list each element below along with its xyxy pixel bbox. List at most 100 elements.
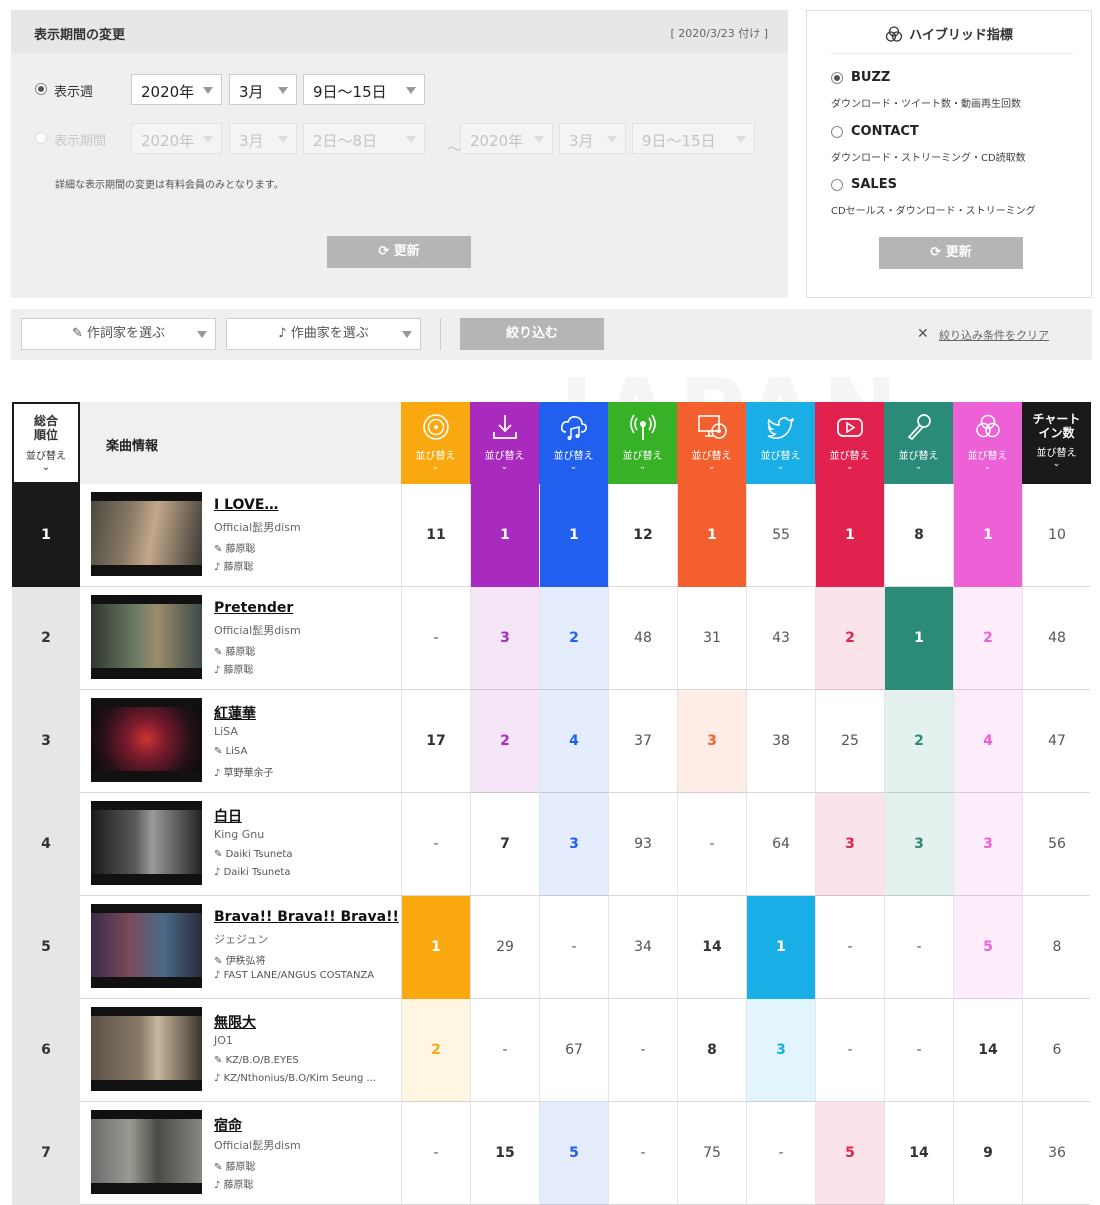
- range-to-year-select[interactable]: 2020年: [460, 123, 553, 154]
- broadcast-icon: [629, 414, 656, 440]
- chevron-down-icon: ⌄: [638, 462, 647, 472]
- sort-label: 並び替え: [967, 451, 1008, 462]
- song-title-link[interactable]: Pretender: [214, 600, 293, 616]
- chevron-down-icon: ⌄: [914, 462, 923, 472]
- metric-header-broadcast[interactable]: 並び替え ⌄: [608, 402, 677, 484]
- table-row[interactable]: 7 宿命 Official髭男dism ✎ 藤原聡 ♪ 藤原聡 -15 5-75-…: [12, 1102, 1090, 1205]
- rank-cell-cloud-music: 3: [539, 793, 608, 896]
- rank-cell-twitter: 64: [746, 793, 815, 896]
- metric-header-youtube[interactable]: 並び替え ⌄: [815, 402, 884, 484]
- narrow-button[interactable]: 絞り込む: [460, 318, 604, 350]
- sort-label: 並び替え: [1036, 448, 1077, 459]
- table-row[interactable]: 5 Brava!! Brava!! Brava!! ジェジュン ✎ 伊秩弘将 ♪…: [12, 896, 1090, 999]
- song-title-link[interactable]: 白日: [214, 806, 242, 826]
- metric-header-pc-cd[interactable]: 並び替え ⌄: [677, 402, 746, 484]
- metric-header-cloud-music[interactable]: 並び替え ⌄: [539, 402, 608, 484]
- table-row[interactable]: 6 無限大 JO1 ✎ KZ/B.O/B.EYES ♪ KZ/Nthonius/…: [12, 999, 1090, 1102]
- range-from-days-select[interactable]: 2日〜8日: [303, 123, 425, 154]
- rank-header[interactable]: 総合 順位 並び替え ⌄: [12, 402, 80, 484]
- clear-filter-link[interactable]: 絞り込み条件をクリア: [939, 327, 1049, 343]
- week-year-select[interactable]: 2020年: [131, 74, 222, 105]
- song-thumbnail[interactable]: [91, 492, 202, 576]
- song-info: Pretender Official髭男dism ✎ 藤原聡 ♪ 藤原聡: [80, 587, 401, 690]
- download-icon: [492, 415, 517, 439]
- week-days-select[interactable]: 9日〜15日: [303, 74, 425, 105]
- rank-cell-pc-cd: 3: [677, 690, 746, 793]
- lyricist-name: KZ/B.O/B.EYES: [225, 1055, 299, 1066]
- rank-cell-broadcast: 37: [608, 690, 677, 793]
- thumbnail-image: [91, 707, 202, 771]
- range-from-year-select[interactable]: 2020年: [131, 123, 222, 154]
- composer-select[interactable]: ♪ 作曲家を選ぶ: [226, 318, 421, 350]
- range-to-month-value: 3月: [569, 132, 594, 150]
- song-info: 無限大 JO1 ✎ KZ/B.O/B.EYES ♪ KZ/Nthonius/B.…: [80, 999, 401, 1102]
- lyricist-name: 伊秩弘将: [225, 956, 266, 967]
- table-row[interactable]: 3 紅蓮華 LiSA ✎ LiSA ♪ 草野華余子 17 2 4 37 3 38 25 2 4 4…: [12, 690, 1090, 793]
- song-info-header-label: 楽曲情報: [106, 439, 159, 454]
- song-thumbnail[interactable]: [91, 904, 202, 988]
- table-row[interactable]: 4 白日 King Gnu ✎ Daiki Tsuneta ♪ Daiki Ts…: [12, 793, 1090, 896]
- week-month-select[interactable]: 3月: [229, 74, 297, 105]
- song-thumbnail[interactable]: [91, 1007, 202, 1091]
- rank-cell-download: 15: [470, 1102, 539, 1205]
- composer-name: FAST LANE/ANGUS COSTANZA: [223, 970, 375, 981]
- chevron-down-icon: [736, 136, 746, 143]
- period-note: 詳細な表示期間の変更は有料会員のみとなります。: [55, 180, 284, 191]
- rank-cell-youtube: 1: [815, 484, 884, 587]
- rank-cell-twitter: 55: [746, 484, 815, 587]
- rank-cell-hybrid: 5: [953, 896, 1022, 999]
- range-radio[interactable]: [35, 132, 47, 144]
- song-info: 白日 King Gnu ✎ Daiki Tsuneta ♪ Daiki Tsun…: [80, 793, 401, 896]
- table-row[interactable]: 2 Pretender Official髭男dism ✎ 藤原聡 ♪ 藤原聡 -…: [12, 587, 1090, 690]
- period-title: 表示期間の変更: [34, 28, 126, 43]
- song-thumbnail[interactable]: [91, 698, 202, 782]
- chevron-down-icon: [197, 331, 207, 338]
- period-update-button[interactable]: ⟳ 更新: [327, 236, 471, 268]
- song-title-link[interactable]: Brava!! Brava!! Brava!!: [214, 909, 399, 925]
- chevron-down-icon: ⌄: [776, 462, 785, 472]
- lyricist-select[interactable]: ✎ 作詞家を選ぶ: [21, 318, 216, 350]
- rank-number: 4: [12, 793, 80, 896]
- chevron-down-icon: [406, 136, 416, 143]
- cloud-music-icon: [560, 416, 587, 440]
- week-radio[interactable]: [35, 83, 47, 95]
- rank-cell-cloud-music: 67: [539, 999, 608, 1102]
- rank-cell-download: 3: [470, 587, 539, 690]
- artist-name: King Gnu: [214, 828, 265, 841]
- table-row[interactable]: 1 I LOVE… Official髭男dism ✎ 藤原聡 ♪ 藤原聡 11 1…: [12, 484, 1090, 587]
- metric-header-cd[interactable]: 並び替え ⌄: [401, 402, 470, 484]
- hybrid-update-button[interactable]: ⟳ 更新: [879, 237, 1023, 269]
- song-title-link[interactable]: 紅蓮華: [214, 703, 256, 723]
- song-thumbnail[interactable]: [91, 801, 202, 885]
- close-icon[interactable]: ✕: [917, 326, 929, 342]
- artist-name: ジェジュン: [214, 933, 269, 946]
- rank-cell-cloud-music: 2: [539, 587, 608, 690]
- rank-number: 5: [12, 896, 80, 999]
- chevron-down-icon: [534, 136, 544, 143]
- rank-cell-broadcast: 12: [608, 484, 677, 587]
- metric-header-hybrid[interactable]: 並び替え ⌄: [953, 402, 1022, 484]
- rank-cell-download: 1: [470, 484, 539, 587]
- metric-header-twitter[interactable]: 並び替え ⌄: [746, 402, 815, 484]
- range-from-month-select[interactable]: 3月: [229, 123, 297, 154]
- song-thumbnail[interactable]: [91, 1110, 202, 1194]
- buzz-radio[interactable]: [831, 72, 843, 84]
- range-radio-label: 表示期間: [54, 134, 107, 149]
- song-thumbnail[interactable]: [91, 595, 202, 679]
- sales-radio[interactable]: [831, 179, 843, 191]
- range-to-month-select[interactable]: 3月: [559, 123, 626, 154]
- week-radio-label: 表示週: [54, 85, 94, 100]
- metric-header-karaoke-mic[interactable]: 並び替え ⌄: [884, 402, 953, 484]
- chart-in-count-header[interactable]: チャート イン数 並び替え ⌄: [1022, 402, 1091, 484]
- composer-name: 藤原聡: [223, 562, 254, 573]
- song-title-link[interactable]: 無限大: [214, 1012, 256, 1032]
- metric-header-download[interactable]: 並び替え ⌄: [470, 402, 539, 484]
- contact-radio[interactable]: [831, 126, 843, 138]
- rank-cell-download: 2: [470, 690, 539, 793]
- rank-cell-twitter: -: [746, 1102, 815, 1205]
- song-title-link[interactable]: 宿命: [214, 1115, 242, 1135]
- thumbnail-image: [91, 913, 202, 977]
- pen-icon: ✎: [214, 544, 226, 555]
- song-title-link[interactable]: I LOVE…: [214, 497, 278, 513]
- range-to-days-select[interactable]: 9日〜15日: [632, 123, 755, 154]
